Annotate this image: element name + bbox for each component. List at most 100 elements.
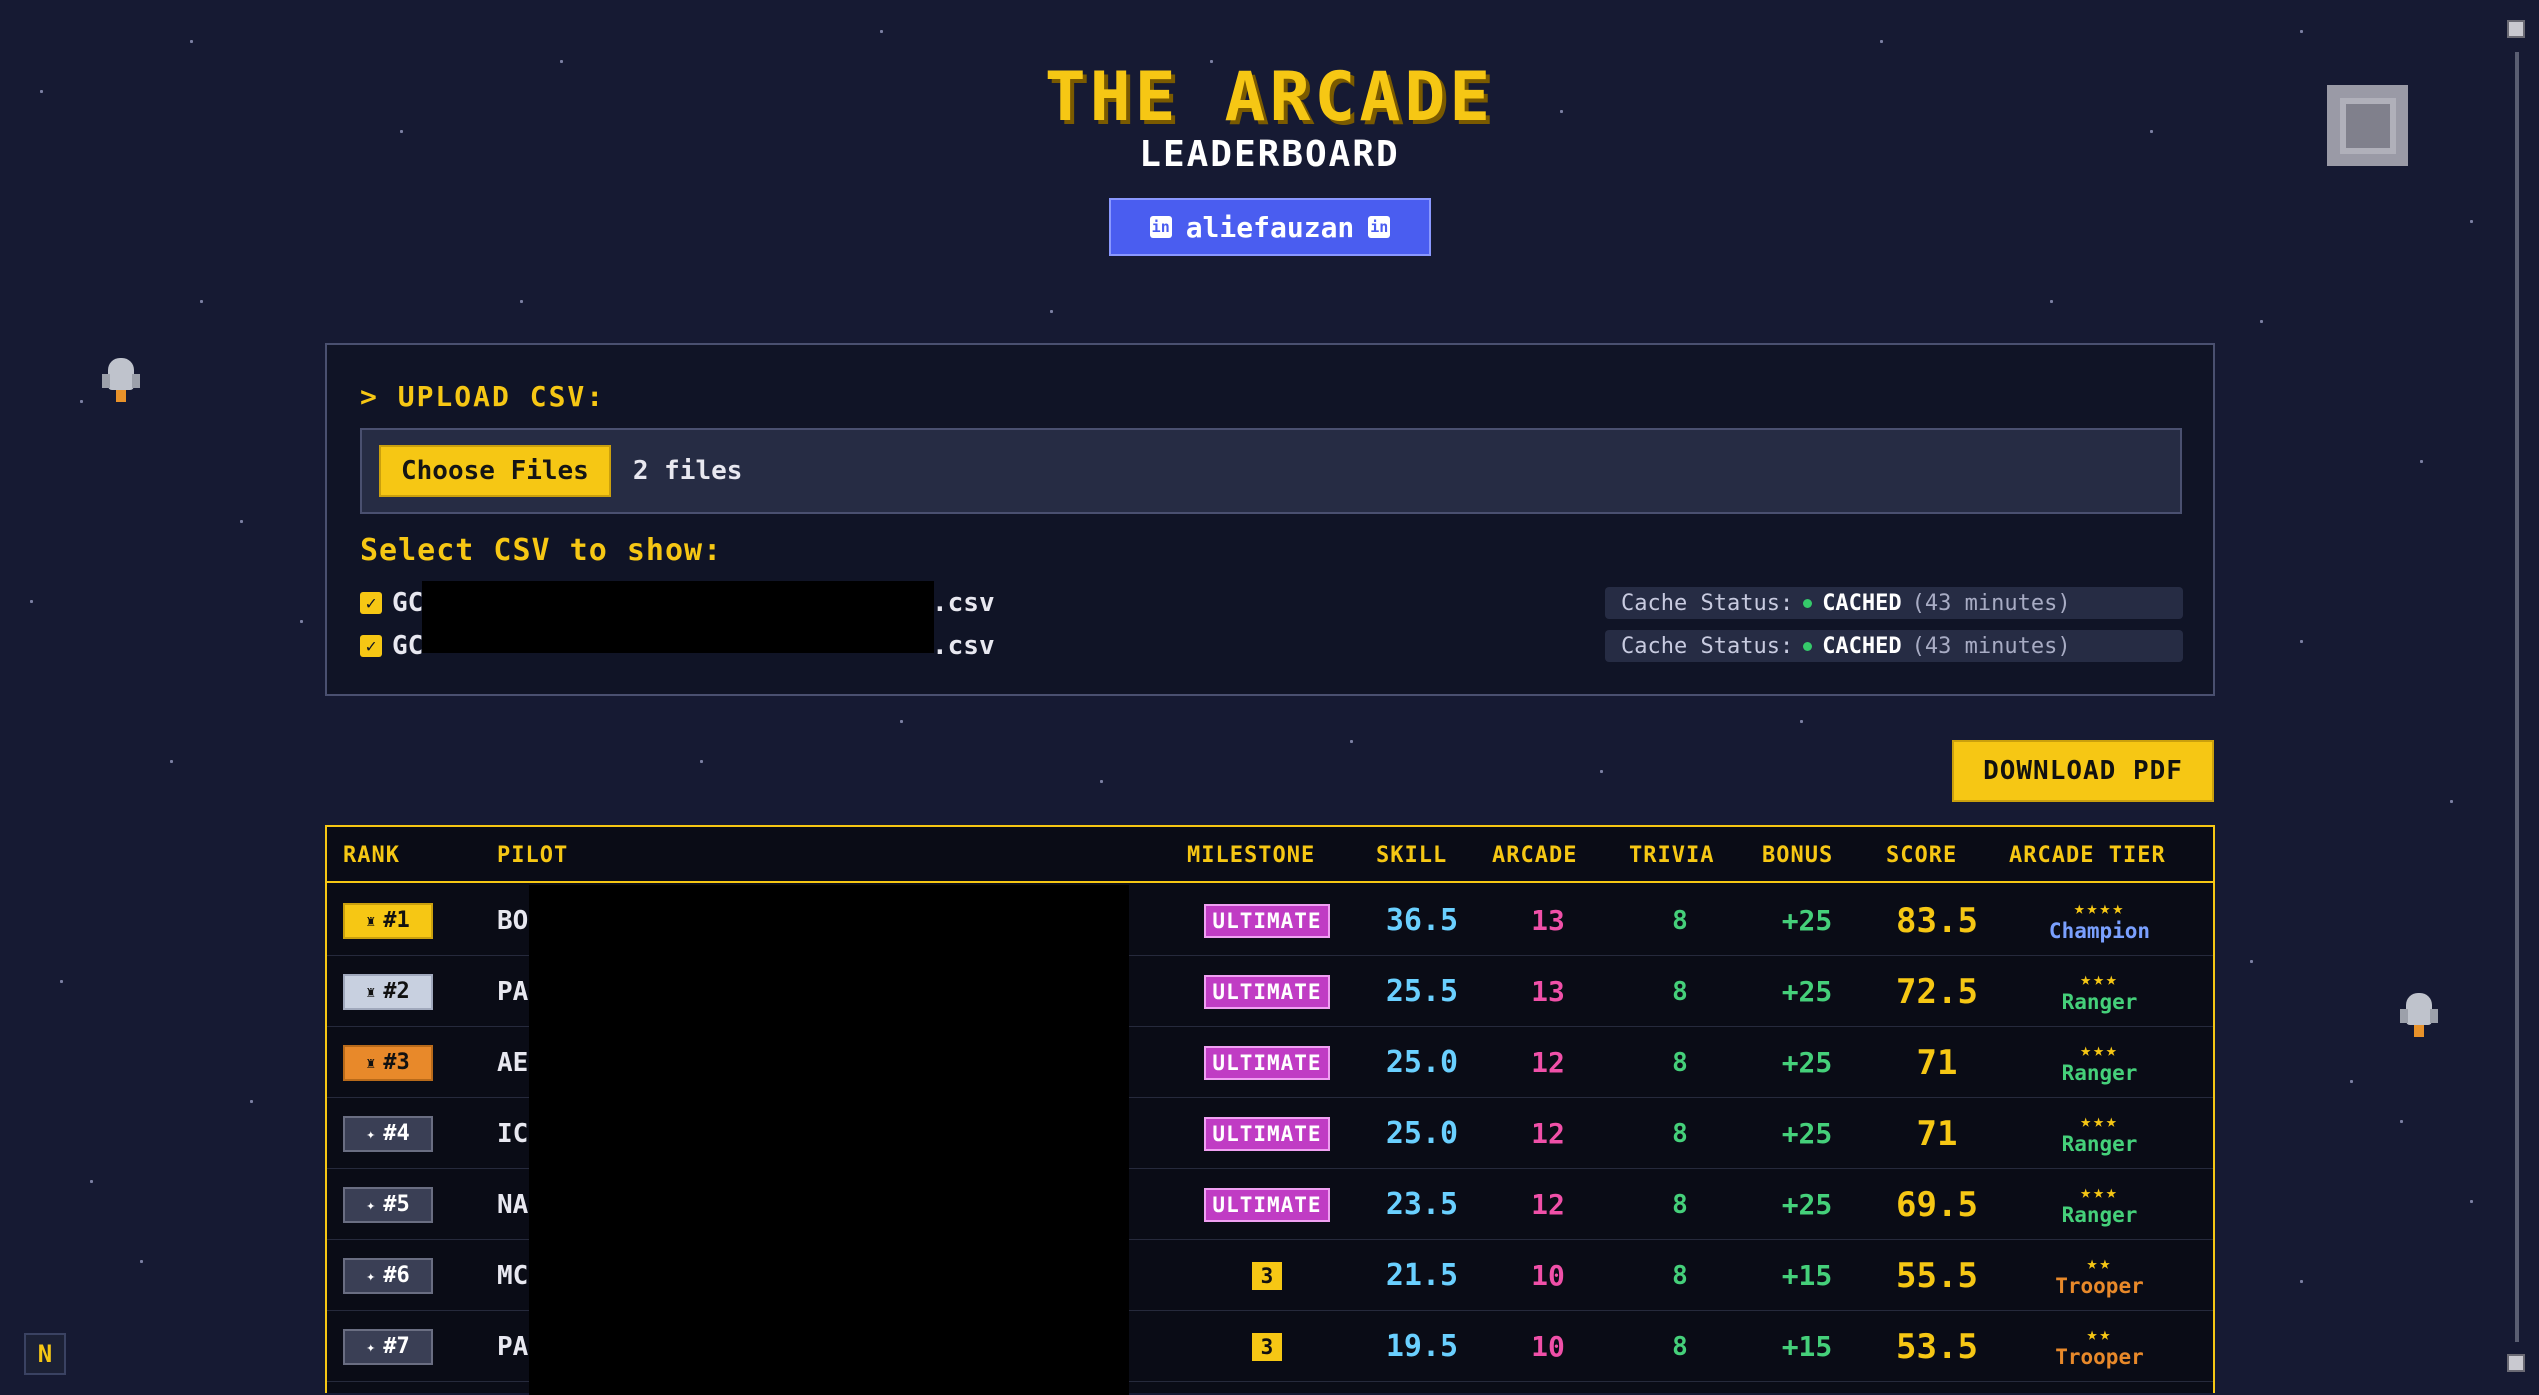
rank-badge: ✦ #6 [343,1257,433,1294]
spaceship-icon [100,350,142,406]
select-csv-label: Select CSV to show: [360,533,723,568]
skill-value: 23.5 [1385,1187,1459,1222]
rank-number: #1 [383,908,410,933]
milestone-badge: ULTIMATE [1204,1187,1330,1222]
page-subtitle: LEADERBOARD [1139,134,1400,175]
upload-panel: > UPLOAD CSV: Choose Files 2 files Selec… [325,343,2215,696]
bonus-value: +15 [1781,1259,1833,1292]
star-decoration [170,760,173,763]
star-decoration [2400,1120,2403,1123]
arcade-value: 13 [1531,904,1565,937]
star-decoration [2300,1280,2303,1283]
tier-name: Champion [2048,918,2151,943]
milestone-badge: ULTIMATE [1204,1116,1330,1151]
corner-badge[interactable]: N [24,1333,66,1375]
linkedin-icon: in [1149,216,1172,238]
csv-extension: .csv [932,588,995,618]
bonus-value: +25 [1781,1117,1833,1150]
column-header-skill[interactable]: SKILL [1376,827,1447,883]
tier-name: Ranger [2061,1060,2138,1085]
rank-badge: ✦ #7 [343,1328,433,1365]
tier-stars: ★★★★ [2073,897,2126,919]
column-header-score[interactable]: SCORE [1886,827,1957,883]
profile-username: aliefauzan [1185,210,1355,244]
column-header-rank[interactable]: RANK [343,827,400,883]
star-decoration [80,400,83,403]
csv-name-prefix: GC [392,588,424,618]
leaderboard-table: RANK PILOT MILESTONE SKILL ARCADE TRIVIA… [325,825,2215,1395]
upload-label: > UPLOAD CSV: [360,380,606,413]
star-decoration [190,40,193,43]
arcade-tier: ★★★ Ranger [2007,1027,2192,1098]
star-decoration [2470,1200,2473,1203]
arcade-value: 10 [1531,1259,1565,1292]
column-header-arcade[interactable]: ARCADE [1492,827,1577,883]
star-decoration [2300,640,2303,643]
file-input[interactable]: Choose Files 2 files [360,428,2182,514]
pilot-name: PA [497,976,529,1007]
rank-cell: ♜ #3 [343,1027,433,1098]
milestone-badge: ULTIMATE [1204,1045,1330,1080]
trivia-value: 8 [1672,1331,1688,1362]
arcade-tier: ★★★ Ranger [2007,956,2192,1027]
star-decoration [30,600,33,603]
milestone-cell: 3 [1187,1240,1347,1311]
cache-label: Cache Status: [1621,590,1794,616]
csv-extension: .csv [932,631,995,661]
rank-badge: ✦ #4 [343,1115,433,1152]
star-decoration [2260,320,2263,323]
score-value: 71 [1916,1113,1958,1154]
star-decoration [300,620,303,623]
cache-age: (43 minutes) [1911,590,2071,616]
choose-files-button[interactable]: Choose Files [379,445,611,497]
checkbox-checked-icon[interactable]: ✓ [360,592,382,614]
trophy-icon: ♜ [366,911,376,930]
column-header-bonus[interactable]: BONUS [1762,827,1833,883]
scroll-track[interactable] [2515,52,2519,1342]
star-decoration [900,720,903,723]
milestone-badge: ULTIMATE [1204,974,1330,1009]
column-header-pilot[interactable]: PILOT [497,827,568,883]
download-pdf-button[interactable]: DOWNLOAD PDF [1952,740,2214,802]
rank-badge: ♜ #2 [343,973,433,1010]
scroll-up-button[interactable] [2507,20,2525,38]
pilot-name: MC [497,1260,529,1291]
tier-name: Ranger [2061,1131,2138,1156]
linkedin-profile-button[interactable]: in aliefauzan in [1109,198,1431,256]
rank-number: #6 [383,1263,410,1288]
tier-stars: ★★★ [2080,1181,2119,1203]
trivia-value: 8 [1672,976,1688,1007]
rank-cell: ♜ #1 [343,885,433,956]
status-dot-icon [1803,641,1813,651]
tier-name: Ranger [2061,1202,2138,1227]
arcade-tier: ★★ Trooper [2007,1311,2192,1382]
sparkle-icon: ✦ [366,1195,376,1214]
trivia-value: 8 [1672,1260,1688,1291]
score-value: 69.5 [1896,1184,1978,1225]
cache-label: Cache Status: [1621,633,1794,659]
star-decoration [2350,1080,2353,1083]
cache-status: Cache Status: CACHED (43 minutes) [1605,587,2183,619]
arcade-value: 12 [1531,1046,1565,1079]
arcade-value: 10 [1531,1330,1565,1363]
star-decoration [60,980,63,983]
scroll-down-button[interactable] [2507,1354,2525,1372]
star-decoration [2300,30,2303,33]
skill-value: 36.5 [1385,903,1459,938]
column-header-milestone[interactable]: MILESTONE [1187,827,1315,883]
column-header-arcade-tier[interactable]: ARCADE TIER [2009,827,2166,883]
star-decoration [1350,740,1353,743]
trophy-icon: ♜ [366,1053,376,1072]
column-header-trivia[interactable]: TRIVIA [1629,827,1714,883]
rank-badge: ✦ #5 [343,1186,433,1223]
sound-toggle-icon[interactable] [2327,85,2408,166]
score-value: 83.5 [1896,900,1978,941]
star-decoration [140,1260,143,1263]
scrollbar[interactable] [2507,12,2527,1384]
trivia-value: 8 [1672,1118,1688,1149]
milestone-badge: 3 [1251,1332,1283,1361]
rank-number: #3 [383,1050,410,1075]
checkbox-checked-icon[interactable]: ✓ [360,635,382,657]
sparkle-icon: ✦ [366,1266,376,1285]
star-decoration [240,520,243,523]
